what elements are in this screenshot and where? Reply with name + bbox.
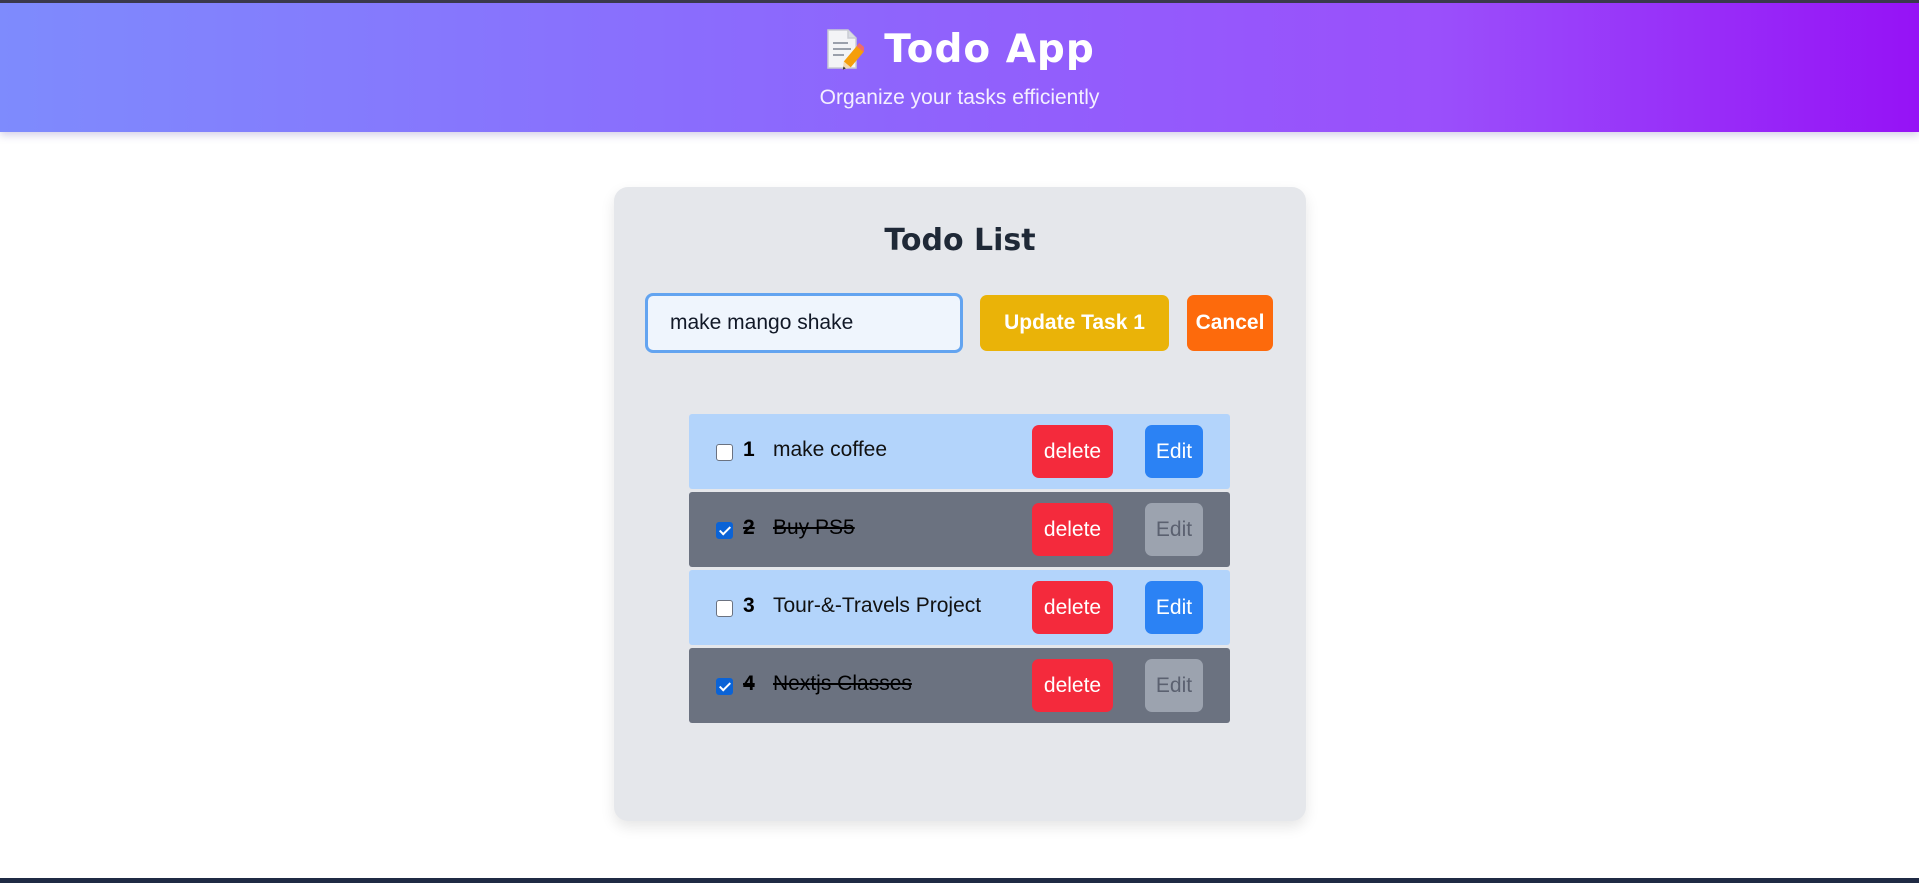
todo-text: Nextjs Classes [773, 672, 912, 695]
todo-number: 4 [743, 672, 755, 695]
app-title: Todo App [884, 27, 1095, 72]
todo-item: 1 make coffee delete Edit [689, 414, 1230, 489]
todo-number: 2 [743, 516, 755, 539]
delete-button[interactable]: delete [1032, 503, 1113, 556]
todo-text: Tour-&-Travels Project [773, 594, 982, 617]
todo-text: make coffee [773, 438, 888, 461]
delete-button[interactable]: delete [1032, 425, 1113, 478]
edit-button: Edit [1145, 659, 1203, 712]
edit-button[interactable]: Edit [1145, 581, 1203, 634]
header-title-row: Todo App [0, 27, 1919, 72]
update-task-button[interactable]: Update Task 1 [980, 295, 1169, 351]
task-input[interactable] [645, 293, 963, 353]
todo-list: 1 make coffee delete Edit 2 Buy PS5 dele… [689, 414, 1230, 726]
memo-icon [824, 28, 867, 72]
todo-checkbox[interactable] [716, 522, 733, 539]
todo-list-title: Todo List [884, 223, 1036, 258]
todo-item: 3 Tour-&-Travels Project delete Edit [689, 570, 1230, 645]
window-bottom-border [0, 878, 1919, 883]
delete-button[interactable]: delete [1032, 659, 1113, 712]
todo-checkbox[interactable] [716, 444, 733, 461]
edit-button: Edit [1145, 503, 1203, 556]
todo-number: 3 [743, 594, 755, 617]
app-header: Todo App Organize your tasks efficiently [0, 3, 1919, 132]
app-subtitle: Organize your tasks efficiently [819, 86, 1100, 109]
todo-number: 1 [743, 438, 755, 461]
todo-checkbox[interactable] [716, 600, 733, 617]
todo-item: 2 Buy PS5 delete Edit [689, 492, 1230, 567]
delete-button[interactable]: delete [1032, 581, 1113, 634]
todo-item: 4 Nextjs Classes delete Edit [689, 648, 1230, 723]
todo-text: Buy PS5 [773, 516, 855, 539]
todo-card: Todo List Update Task 1 Cancel 1 make co… [614, 187, 1306, 821]
cancel-button[interactable]: Cancel [1187, 295, 1273, 351]
edit-button[interactable]: Edit [1145, 425, 1203, 478]
todo-checkbox[interactable] [716, 678, 733, 695]
